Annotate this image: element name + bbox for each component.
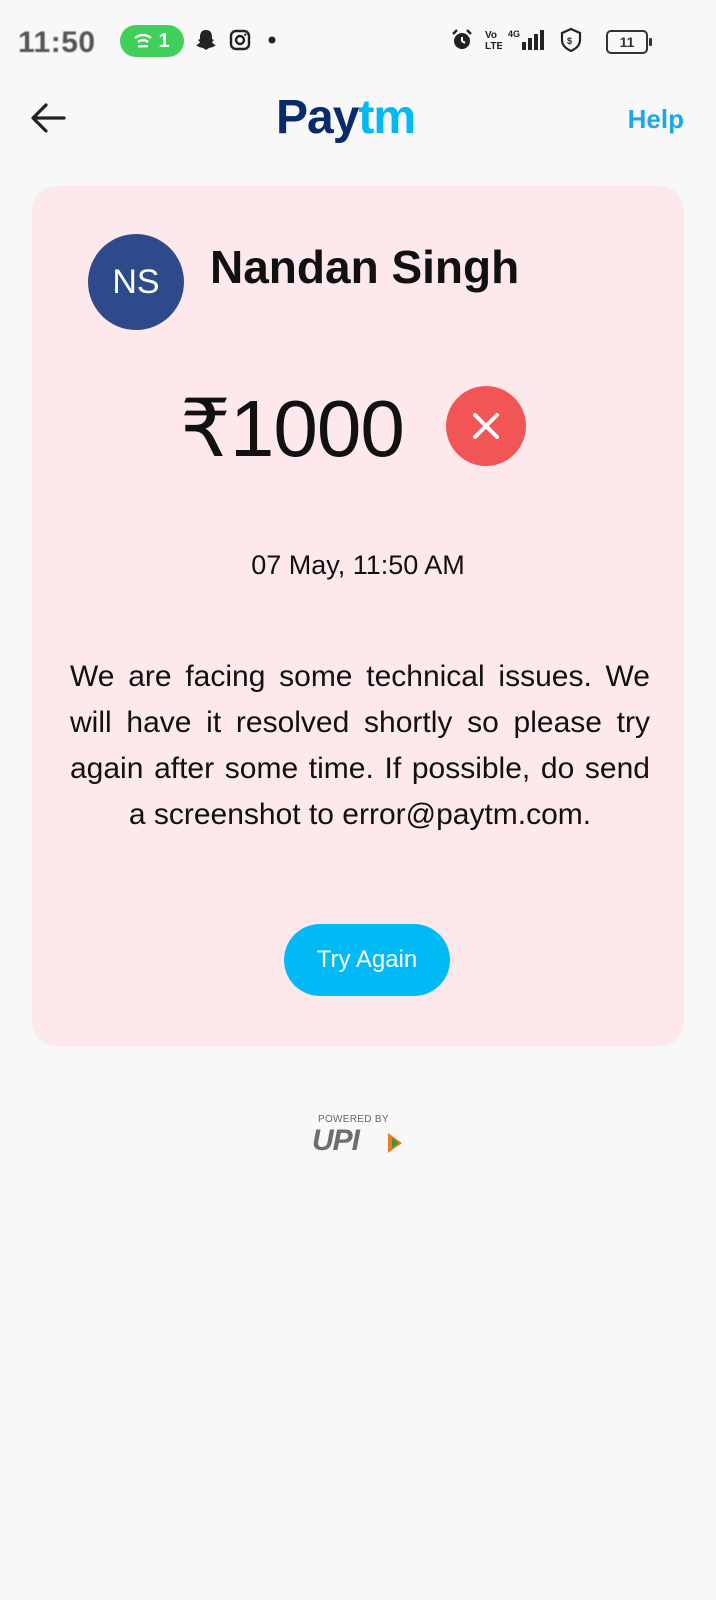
battery-icon: 11 [606, 30, 652, 54]
dot-icon [268, 36, 276, 44]
back-button[interactable] [26, 96, 70, 140]
transaction-datetime: 07 May, 11:50 AM [251, 550, 465, 580]
alarm-icon [452, 29, 472, 49]
instagram-icon [229, 29, 251, 51]
svg-text:LTE: LTE [485, 41, 502, 52]
volte-icon: Vo LTE [485, 30, 502, 52]
hotspot-badge: 1 [120, 25, 184, 57]
avatar: NS [88, 234, 184, 330]
upi-arrow-icon [388, 1133, 402, 1153]
brand-pay: Pay [276, 91, 359, 144]
battery-level: 11 [619, 34, 635, 50]
snapchat-icon [196, 30, 216, 50]
close-icon [473, 413, 499, 439]
error-message: We are facing some technical issues. We … [70, 660, 650, 831]
arrow-left-icon [31, 103, 66, 133]
svg-text:4G: 4G [508, 29, 520, 39]
svg-text:Vo: Vo [485, 30, 497, 41]
try-again-button[interactable]: Try Again [284, 924, 450, 996]
hotspot-count: 1 [158, 29, 170, 52]
brand-tm: tm [358, 91, 416, 144]
vpn-shield-icon: $ [560, 28, 582, 52]
status-time: 11:50 [18, 26, 96, 59]
app-header: Paytm Help [0, 90, 716, 150]
status-bar: 11:50 1 Vo LTE 4G $ 11 [0, 0, 716, 80]
payment-amount: ₹1000 [180, 384, 405, 473]
transaction-card: NS Nandan Singh ₹1000 07 May, 11:50 AM W… [32, 186, 684, 1046]
upi-text: UPI [312, 1124, 360, 1157]
help-link[interactable]: Help [628, 104, 684, 135]
payee-name: Nandan Singh [210, 241, 520, 293]
paytm-logo: Paytm [276, 91, 416, 144]
wifi-hotspot-icon [134, 33, 153, 48]
signal-icon: 4G [508, 29, 544, 50]
failed-status-badge [446, 386, 526, 466]
upi-logo: POWERED BY UPI [310, 1114, 410, 1166]
svg-text:$: $ [567, 36, 572, 46]
